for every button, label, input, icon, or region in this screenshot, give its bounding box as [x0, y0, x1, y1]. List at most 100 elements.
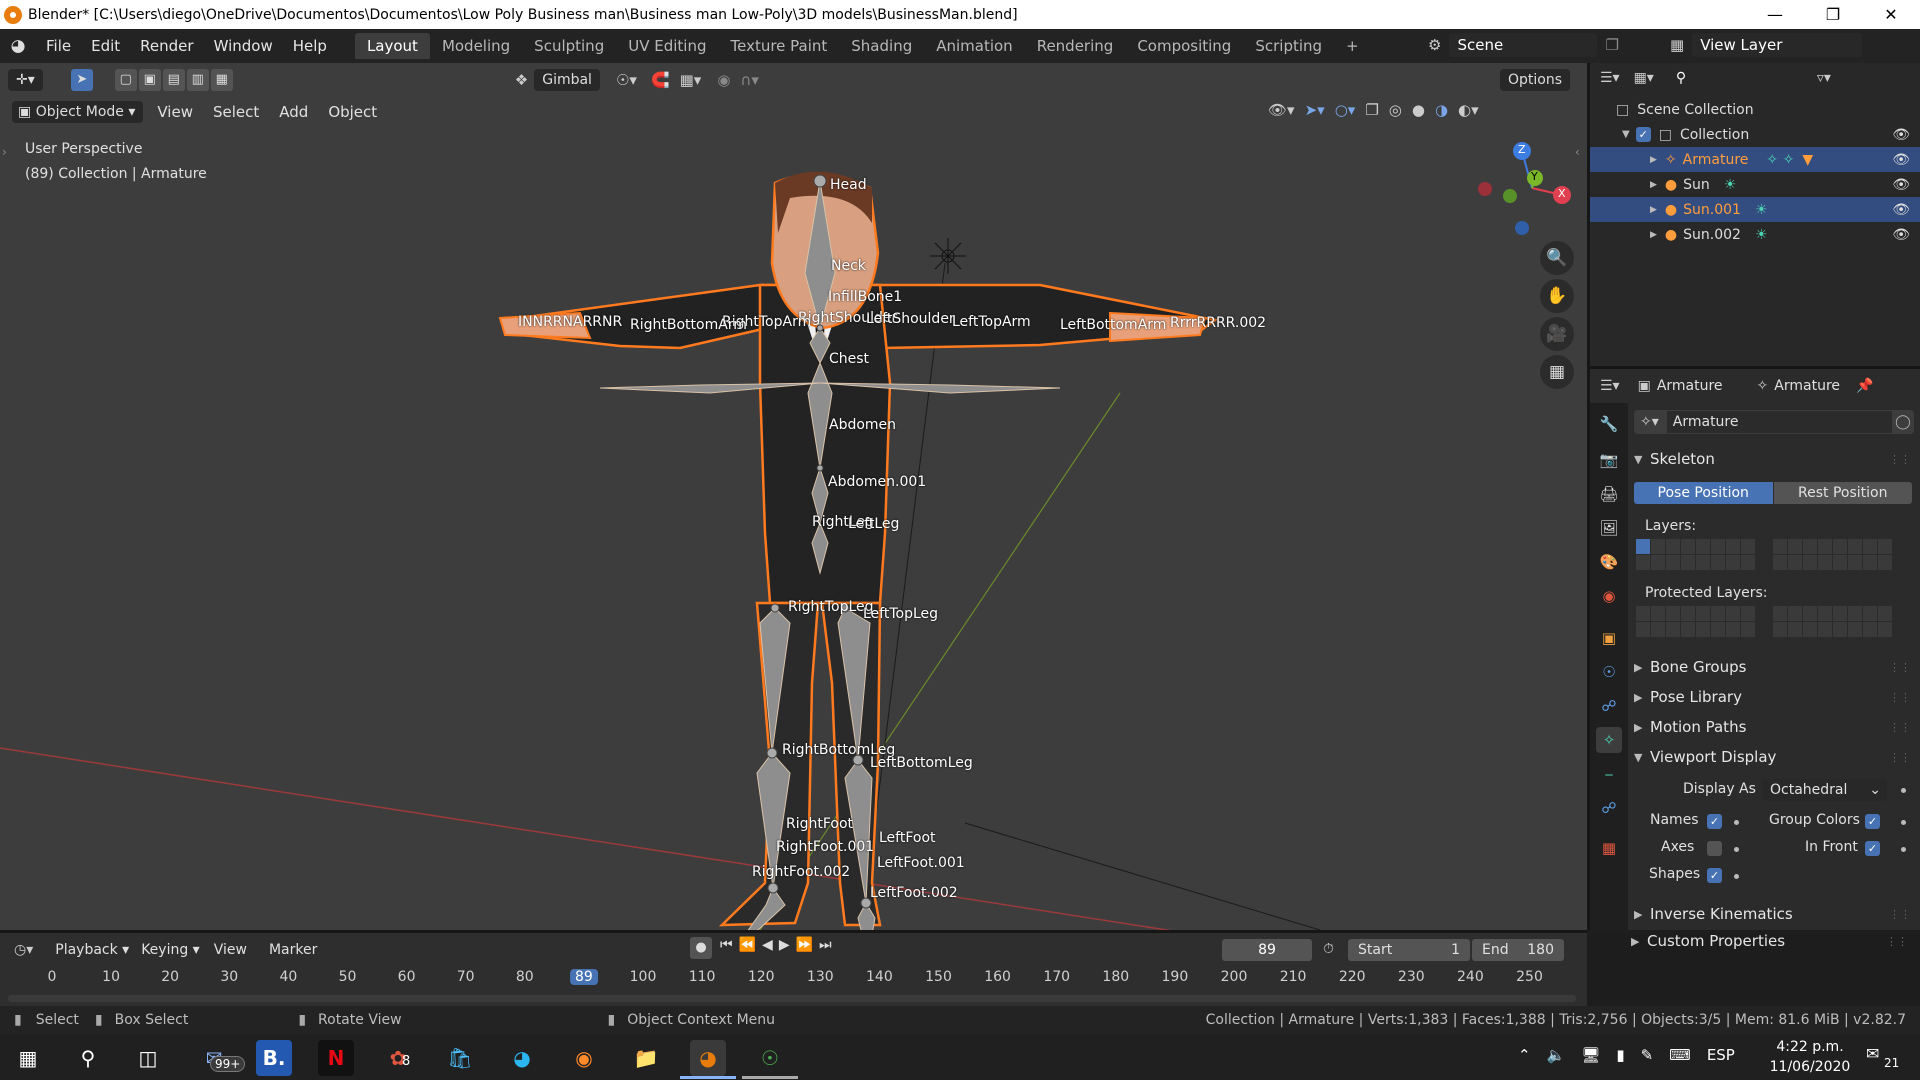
battery-icon[interactable]: ▮ [1616, 1046, 1624, 1064]
panel-bone-groups[interactable]: ▶ Bone Groups ⋮⋮ [1634, 653, 1917, 681]
eye-icon[interactable]: 👁 [1892, 202, 1910, 218]
search-icon[interactable]: ⚲ [70, 1040, 106, 1076]
booking-app-icon[interactable]: B. [256, 1040, 292, 1076]
camera-view-icon[interactable]: 🎥 [1540, 317, 1574, 351]
rendered-shading-icon[interactable]: ◐▾ [1458, 101, 1479, 119]
armature-layers-group-1[interactable] [1636, 539, 1755, 570]
zoom-view-icon[interactable]: 🔍 [1540, 241, 1574, 275]
tab-modeling[interactable]: Modeling [430, 33, 522, 59]
outliner-collection[interactable]: ▼ ✓ □ Collection 👁 [1590, 122, 1920, 147]
drag-handle-icon[interactable]: ⋮⋮ [1886, 935, 1908, 948]
protected-layers-group-1[interactable] [1636, 606, 1755, 637]
outliner-item-sun[interactable]: ▶ ● Sun ☀ 👁 [1590, 172, 1920, 197]
orientation-dropdown[interactable]: Gimbal [534, 69, 600, 91]
view-layer-icon[interactable]: ▦ [1670, 36, 1684, 54]
sidebar-expand-icon[interactable]: ‹ [1575, 145, 1580, 159]
tab-texture-paint[interactable]: Texture Paint [718, 33, 839, 59]
menu-render[interactable]: Render [130, 37, 203, 55]
maximize-button[interactable]: ❐ [1804, 0, 1862, 29]
tab-shading[interactable]: Shading [839, 33, 924, 59]
render-tab-icon[interactable]: 📷 [1596, 447, 1622, 473]
scene-field[interactable]: Scene [1449, 33, 1598, 57]
axes-checkbox[interactable] [1707, 841, 1722, 856]
drag-handle-icon[interactable]: ⋮⋮ [1889, 721, 1911, 734]
solid-shading-icon[interactable]: ● [1412, 101, 1425, 119]
falloff-icon[interactable]: ∩▾ [740, 71, 759, 89]
outliner-item-sun-001[interactable]: ▶ ● Sun.001 ☀ 👁 [1590, 197, 1920, 222]
snap-target-icon[interactable]: ▦▾ [680, 71, 702, 89]
scene-new-icon[interactable]: ❐ [1605, 36, 1618, 54]
properties-editor-type-icon[interactable]: ☰▾ [1600, 378, 1620, 394]
filter-icon[interactable]: ▿▾ [1817, 70, 1831, 86]
eye-icon[interactable]: 👁 [1892, 127, 1910, 143]
pose-position-button[interactable]: Pose Position [1634, 482, 1773, 504]
toolbar-expand-icon[interactable]: › [2, 145, 7, 159]
pan-view-icon[interactable]: ✋ [1540, 279, 1574, 313]
keyboard-icon[interactable]: ⌨ [1669, 1046, 1691, 1064]
pen-icon[interactable]: ✎ [1641, 1046, 1654, 1064]
blender-taskbar-icon[interactable]: ◕ [690, 1040, 726, 1076]
add-workspace-button[interactable]: + [1334, 33, 1371, 59]
viewport-menu-select[interactable]: Select [203, 103, 269, 121]
rest-position-button[interactable]: Rest Position [1773, 482, 1912, 504]
select-subtract-icon[interactable]: ▤ [162, 69, 185, 91]
edge-browser-icon[interactable]: ◕ [504, 1040, 540, 1076]
store-app-icon[interactable]: 🛍 [442, 1040, 478, 1076]
armature-layers-group-2[interactable] [1773, 539, 1892, 570]
notification-center-icon[interactable]: ✉ [1866, 1044, 1879, 1063]
tab-layout[interactable]: Layout [354, 33, 430, 59]
context-data-label[interactable]: Armature [1774, 378, 1840, 394]
navigation-gizmo[interactable]: Z Y X [1470, 133, 1580, 243]
in-front-checkbox[interactable]: ✓ [1865, 841, 1880, 856]
menu-file[interactable]: File [36, 37, 81, 55]
menu-window[interactable]: Window [204, 37, 283, 55]
keyframe-dot[interactable] [1734, 820, 1739, 825]
panel-skeleton[interactable]: ▼ Skeleton ⋮⋮ [1634, 445, 1917, 473]
expand-icon[interactable]: ▶ [1650, 230, 1657, 240]
drag-handle-icon[interactable]: ⋮⋮ [1889, 661, 1911, 674]
network-icon[interactable]: 🖥 [1581, 1046, 1600, 1064]
bone-constraints-tab-icon[interactable]: ☍ [1596, 795, 1622, 821]
scene-tab-icon[interactable]: 🎨 [1596, 549, 1622, 575]
panel-motion-paths[interactable]: ▶ Motion Paths ⋮⋮ [1634, 713, 1917, 741]
select-tool-icon[interactable]: ➤ [70, 69, 93, 91]
armature-data-tab-icon[interactable]: ✧ [1596, 727, 1622, 753]
3d-viewport[interactable]: ✛▾ ➤ ▢ ▣ ▤ ▥ ▦ ❖ Gimbal ☉▾ 🧲 ▦▾ ◉ ∩▾ Opt… [0, 63, 1587, 930]
show-hidden-icons-icon[interactable]: ⌃ [1518, 1046, 1531, 1064]
world-tab-icon[interactable]: ◉ [1596, 583, 1622, 609]
texture-tab-icon[interactable]: ▦ [1596, 835, 1622, 861]
tab-compositing[interactable]: Compositing [1125, 33, 1243, 59]
chrome-browser-icon[interactable]: ☉ [752, 1040, 788, 1076]
view-layer-field[interactable]: View Layer [1692, 33, 1863, 57]
drag-handle-icon[interactable]: ⋮⋮ [1889, 691, 1911, 704]
view-layer-tab-icon[interactable]: 🖼 [1596, 515, 1622, 541]
collection-expand-icon[interactable]: ▼ [1622, 129, 1630, 140]
tool-tab-icon[interactable]: 🔧 [1596, 411, 1622, 437]
scene-icon[interactable]: ⚙ [1428, 36, 1441, 54]
keyframe-dot[interactable] [1734, 874, 1739, 879]
viewport-menu-object[interactable]: Object [318, 103, 387, 121]
outliner-item-armature[interactable]: ▶ ✧ Armature ✧ ✧ ▼ 👁 [1590, 147, 1920, 172]
perspective-toggle-icon[interactable]: ▦ [1540, 355, 1574, 389]
pivot-icon[interactable]: ☉▾ [616, 71, 637, 89]
drag-handle-icon[interactable]: ⋮⋮ [1889, 908, 1911, 921]
select-new-icon[interactable]: ▢ [114, 69, 137, 91]
physics-tab-icon[interactable]: ☉ [1596, 659, 1622, 685]
panel-pose-library[interactable]: ▶ Pose Library ⋮⋮ [1634, 683, 1917, 711]
shapes-checkbox[interactable]: ✓ [1707, 868, 1722, 883]
tab-sculpting[interactable]: Sculpting [522, 33, 616, 59]
select-intersect-icon[interactable]: ▦ [210, 69, 233, 91]
outliner-editor-type-icon[interactable]: ☰▾ [1600, 70, 1620, 86]
tab-animation[interactable]: Animation [924, 33, 1024, 59]
keyframe-dot[interactable] [1734, 847, 1739, 852]
keyframe-dot[interactable] [1901, 820, 1906, 825]
netflix-app-icon[interactable]: N [318, 1040, 354, 1076]
armature-name-field[interactable]: Armature [1666, 411, 1892, 433]
panel-viewport-display[interactable]: ▼ Viewport Display ⋮⋮ [1634, 743, 1917, 771]
select-invert-icon[interactable]: ▥ [186, 69, 209, 91]
drag-handle-icon[interactable]: ⋮⋮ [1889, 453, 1911, 466]
file-explorer-icon[interactable]: 📁 [628, 1040, 664, 1076]
snap-icon[interactable]: 🧲 [651, 71, 670, 89]
names-checkbox[interactable]: ✓ [1707, 814, 1722, 829]
material-shading-icon[interactable]: ◑ [1435, 101, 1448, 119]
